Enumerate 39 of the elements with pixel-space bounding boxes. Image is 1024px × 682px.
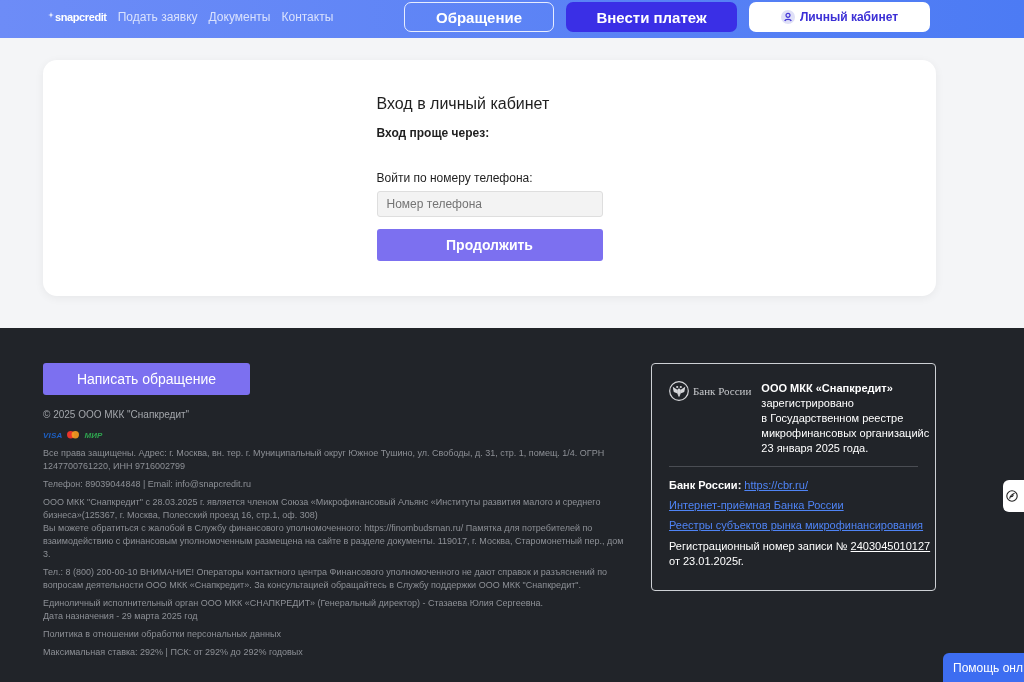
registry-link[interactable]: Интернет-приёмная Банка России <box>669 499 844 511</box>
legal-text: Дата назначения - 29 марта 2025 год <box>43 610 199 623</box>
card-logo: VISA <box>43 430 63 440</box>
nav-link[interactable]: Подать заявку <box>117 10 198 24</box>
outline-button[interactable]: Обращение <box>404 2 554 32</box>
continue-button[interactable]: Продолжить <box>376 229 603 261</box>
nav-link[interactable]: Контакты <box>281 10 334 24</box>
appeal-button[interactable]: Написать обращение <box>43 363 250 395</box>
legal-text: ООО МКК "Снапкредит" с 28.03.2025 г. является членом Союза «Микрофинансовый Альянс «Институты развития малого и среднего бизнеса»(125367, г. Москва, Полесский проезд 16, стр.1, оф. 308) <box>43 496 602 522</box>
legal-text: Телефон: 89039044848 | Email: info@snapcredit.ru <box>43 478 252 491</box>
nav-link[interactable]: Документы <box>208 10 271 24</box>
primary-button[interactable]: Внести платеж <box>566 2 737 32</box>
help-chat-button[interactable]: Помощь онл <box>943 653 1024 682</box>
legal-text: Тел.: 8 (800) 200-00-10 ВНИМАНИЕ! Операторы контактного центра Финансового уполномоченного не дают справок и разъяснений по вопросам деятельности ООО МКК «Снапкредит». За консультацией обращайтесь в Службу поддержки ООО МКК "Снапкредит". <box>43 566 609 592</box>
legal-text: Политика в отношении обработки персональных данных <box>43 628 283 641</box>
registration-text: ООО МКК «Снапкредит» зарегистрировано в Государственном реестре микрофинансовых организацийс 23 января 2025 года. <box>761 381 930 456</box>
legal-text: Максимальная ставка: 292% | ПСК: от 292% до 292% годовых <box>43 646 304 659</box>
phone-label: Войти по номеру телефона: <box>376 170 534 186</box>
eagle-emblem-icon <box>669 381 689 401</box>
card-logo: МИР <box>84 430 103 440</box>
phone-input[interactable]: Номер телефона <box>376 191 603 217</box>
legal-text: Все права защищены. Адрес: г. Москва, вн. тер. г. Муниципальный округ Южное Тушино, ул. Свободы, д. 31, стр. 1, помещ. 1/4. ОГРН 1247700761220, ИНН 9716002799 <box>43 447 606 473</box>
bank-site-link[interactable]: https://cbr.ru/ <box>744 479 808 491</box>
sparkle-icon <box>48 12 54 18</box>
user-icon <box>780 10 795 24</box>
bank-logo-text: Банк России <box>693 383 752 399</box>
legal-text: Вы можете обратиться с жалобой в Службу финансового уполномоченного: https://finombudsman.ru/ Памятка для потребителей по взаимодействию с финансовым уполномоченным размещена на сайте в разделе документы. 119017, г. Москва, Старомонетный пер., дом 3. <box>43 522 625 561</box>
bank-site-text: Банк России: https://cbr.ru/ <box>669 478 809 493</box>
circle-slash-icon <box>1006 490 1018 502</box>
login-title: Вход в личный кабинет <box>376 94 551 114</box>
registry-link[interactable]: Реестры субъектов рынка микрофинансирования <box>669 519 924 531</box>
two-circles-icon <box>67 431 80 439</box>
legal-text: Единоличный исполнительный орган ООО МКК «СНАПКРЕДИТ» (Генеральный директор) - Стазаева Юлия Сергеевна. <box>43 597 544 610</box>
side-tab-button[interactable] <box>1003 480 1024 512</box>
copyright-text: © 2025 ООО МКК "Снапкредит" <box>43 408 191 421</box>
account-button[interactable]: Личный кабинет <box>749 2 930 32</box>
alt-login-heading: Вход проще через: <box>376 125 491 141</box>
logo-text[interactable]: snapcredit <box>55 11 107 23</box>
record-number-link[interactable]: 2403045010127 <box>850 540 931 552</box>
